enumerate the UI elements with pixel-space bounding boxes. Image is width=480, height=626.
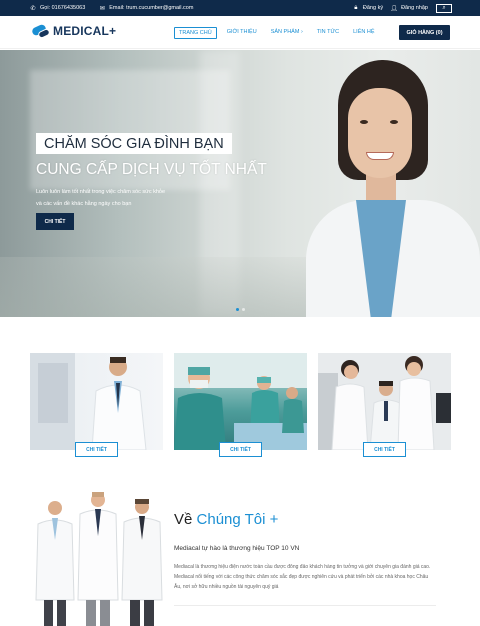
top-bar: ✆ Gọi: 01676435063 ✉ Email: trum.cucumbe…	[0, 0, 480, 16]
service-card-image[interactable]	[318, 353, 451, 450]
nav-item-about[interactable]: GIỚI THIỆU	[223, 27, 261, 39]
cart-button[interactable]: GIỎ HÀNG (0)	[399, 25, 450, 40]
about-title: Về Chúng Tôi +	[174, 511, 278, 528]
nav-item-contact[interactable]: LIÊN HỆ	[349, 27, 378, 39]
card-detail-button[interactable]: CHI TIẾT	[219, 442, 262, 457]
pill-logo-icon	[30, 23, 51, 40]
nav-item-news[interactable]: TIN TỨC	[313, 27, 343, 39]
envelope-icon: ✉	[99, 5, 105, 12]
register-link[interactable]: 🔒︎ Đăng ký	[353, 4, 384, 12]
hero-description-line: Luôn luôn làm tốt nhất trong việc chăm s…	[36, 189, 166, 195]
about-paragraph: Mediacal là thương hiệu điện nước toàn c…	[174, 564, 431, 590]
hero-subtitle: CUNG CẤP DỊCH VỤ TỐT NHẤT	[36, 161, 267, 178]
email-contact[interactable]: ✉ Email: trum.cucumber@gmail.com	[99, 5, 194, 12]
about-title-prefix: Về	[174, 511, 193, 528]
slider-dot[interactable]	[242, 308, 245, 311]
hero-banner	[0, 50, 480, 317]
nav-item-products[interactable]: SẢN PHẨM ›	[267, 27, 307, 39]
hero-description: Luôn luôn làm tốt nhất trong việc chăm s…	[36, 186, 186, 210]
lock-icon: 🔒︎	[354, 4, 358, 11]
main-nav: TRANG CHỦ GIỚI THIỆU SẢN PHẨM › TIN TỨC …	[174, 27, 385, 39]
card-detail-button[interactable]: CHI TIẾT	[75, 442, 118, 457]
hero-doctor-image	[300, 60, 480, 317]
hero-description-line: và các vấn đề khác hằng ngày cho bạn	[36, 201, 132, 207]
nav-item-home[interactable]: TRANG CHỦ	[174, 27, 217, 39]
header: MEDICAL+ TRANG CHỦ GIỚI THIỆU SẢN PHẨM ›…	[0, 16, 480, 49]
divider	[174, 605, 436, 606]
logo[interactable]: MEDICAL+	[30, 23, 117, 40]
service-card-image[interactable]	[30, 353, 163, 450]
card-detail-button[interactable]: CHI TIẾT	[363, 442, 406, 457]
user-icon: 👤︎	[390, 5, 398, 12]
about-subtitle: Mediacal tự hào là thương hiệu TOP 10 VN	[174, 545, 300, 552]
slider-dot[interactable]	[236, 308, 239, 311]
hero-title: CHĂM SÓC GIA ĐÌNH BẠN	[36, 133, 232, 154]
login-link[interactable]: 👤︎ Đăng nhập	[390, 5, 428, 12]
email-text: Email: trum.cucumber@gmail.com	[109, 5, 194, 11]
login-label: Đăng nhập	[401, 5, 428, 11]
phone-contact[interactable]: ✆ Gọi: 01676435063	[30, 5, 86, 12]
slider-dots	[236, 308, 248, 311]
search-icon: ⌕	[442, 4, 446, 11]
chevron-down-icon: ›	[300, 29, 303, 35]
register-label: Đăng ký	[362, 5, 384, 11]
phone-icon: ✆	[30, 5, 36, 12]
about-title-highlight: Chúng Tôi +	[196, 511, 279, 528]
logo-text: MEDICAL+	[53, 24, 117, 38]
nav-item-products-label: SẢN PHẨM	[270, 29, 300, 35]
hero-detail-button[interactable]: CHI TIẾT	[36, 213, 74, 230]
phone-text: Gọi: 01676435063	[40, 5, 86, 11]
team-image	[30, 490, 165, 626]
service-card-image[interactable]	[174, 353, 307, 450]
search-button[interactable]: ⌕	[436, 3, 452, 13]
